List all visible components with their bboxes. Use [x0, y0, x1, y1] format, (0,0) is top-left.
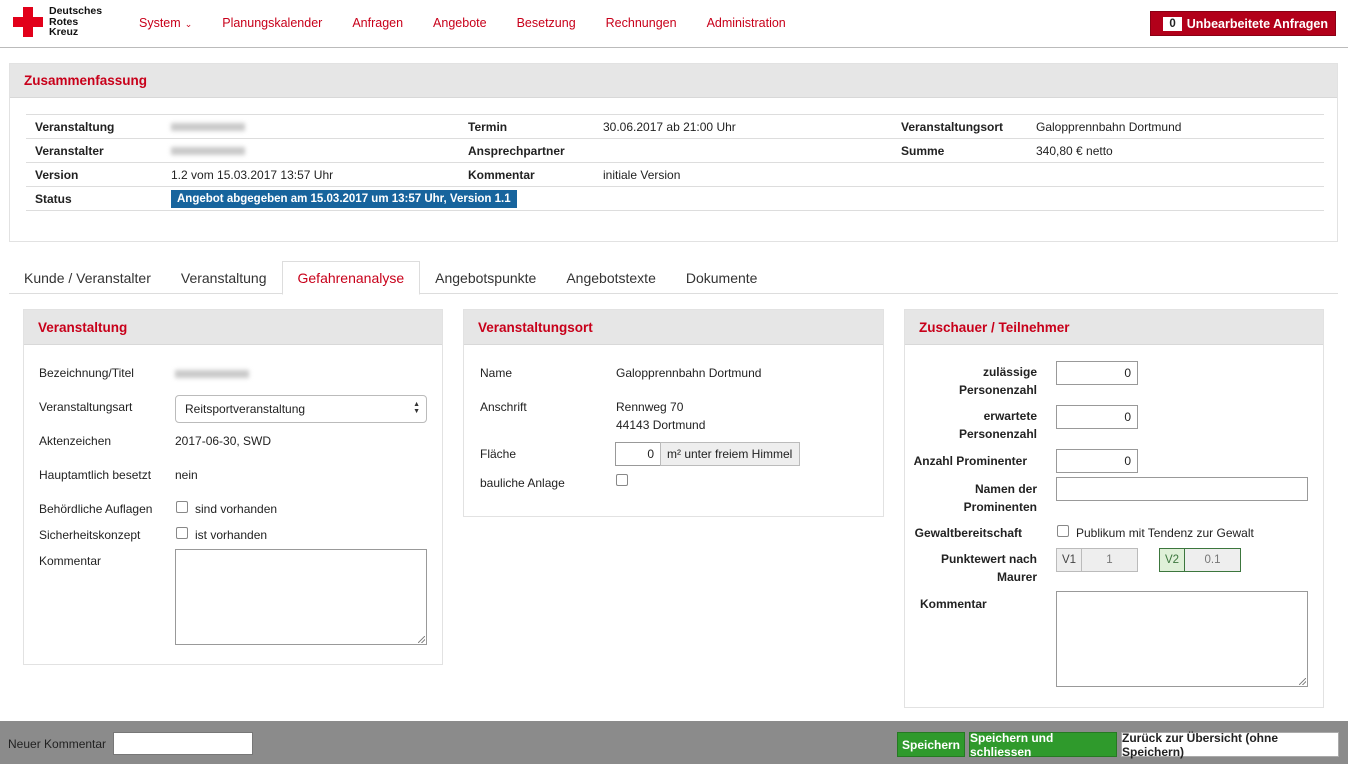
tab-dokumente[interactable]: Dokumente	[671, 261, 773, 294]
save-button[interactable]: Speichern	[897, 732, 965, 757]
punktewert-label: Punktewert nach Maurer	[940, 552, 1037, 584]
tab-angebotspunkte[interactable]: Angebotspunkte	[420, 261, 551, 294]
anzahl-prominenter-input[interactable]: 0	[1056, 449, 1138, 473]
zuschauer-title: Zuschauer / Teilnehmer	[905, 310, 1323, 345]
nav-item-planungskalender[interactable]: Planungskalender	[222, 16, 322, 30]
zuschauer-kommentar-textarea[interactable]	[1056, 591, 1308, 687]
neuer-kommentar-label: Neuer Kommentar	[8, 737, 107, 751]
summary-panel: Zusammenfassung Veranstaltung Termin 30.…	[9, 63, 1338, 242]
tab-bar: Kunde / Veranstalter Veranstaltung Gefah…	[9, 261, 1338, 295]
veranstalter-value-redacted	[171, 144, 459, 158]
nav-item-administration[interactable]: Administration	[707, 16, 786, 30]
v1-readout: V1 1	[1056, 548, 1138, 572]
veranstaltung-title: Veranstaltung	[24, 310, 442, 345]
summary-table: Veranstaltung Termin 30.06.2017 ab 21:00…	[26, 114, 1324, 211]
resize-grip-icon[interactable]	[418, 636, 425, 643]
nav-item-rechnungen[interactable]: Rechnungen	[606, 16, 677, 30]
veranstaltung-panel: Veranstaltung Bezeichnung/Titel Veransta…	[23, 309, 443, 665]
veranstaltung-kommentar-textarea[interactable]	[175, 549, 427, 645]
nav-item-system[interactable]: System ⌄	[139, 16, 192, 30]
veranstaltung-value-redacted	[171, 120, 459, 134]
bauliche-anlage-checkbox[interactable]	[616, 474, 628, 486]
drk-logo[interactable]: Deutsches Rotes Kreuz	[12, 6, 102, 38]
red-cross-icon	[12, 6, 44, 38]
tab-veranstaltung[interactable]: Veranstaltung	[166, 261, 282, 294]
footer-bar: Neuer Kommentar Speichern Speichern und …	[0, 721, 1348, 764]
top-navbar: Deutsches Rotes Kreuz System ⌄ Planungska…	[0, 0, 1348, 48]
unprocessed-requests-button[interactable]: 0 Unbearbeitete Anfragen	[1150, 11, 1336, 36]
veranstaltungsart-select[interactable]: Reitsportveranstaltung ▲ ▼	[175, 395, 427, 423]
veranstaltungsort-title: Veranstaltungsort	[464, 310, 883, 345]
zuschauer-panel: Zuschauer / Teilnehmer zulässige Persone…	[904, 309, 1324, 708]
chevron-down-icon: ⌄	[184, 19, 193, 29]
zulaessige-personenzahl-input[interactable]: 0	[1056, 361, 1138, 385]
erwartete-personenzahl-label: erwartete Personenzahl	[958, 409, 1037, 441]
gewalt-checkbox[interactable]	[1057, 525, 1069, 537]
zulaessige-personenzahl-label: zulässige Personenzahl	[958, 365, 1037, 397]
veranstaltungsort-panel: Veranstaltungsort Name Galopprennbahn Do…	[463, 309, 884, 517]
back-to-overview-button[interactable]: Zurück zur Übersicht (ohne Speichern)	[1121, 731, 1339, 759]
table-row: Status Angebot abgegeben am 15.03.2017 u…	[26, 186, 1324, 211]
tab-angebotstexte[interactable]: Angebotstexte	[551, 261, 671, 294]
nav-item-besetzung[interactable]: Besetzung	[517, 16, 576, 30]
namen-prominente-input[interactable]	[1056, 477, 1308, 501]
tab-kunde-veranstalter[interactable]: Kunde / Veranstalter	[9, 261, 166, 294]
summary-title: Zusammenfassung	[10, 64, 1337, 98]
flaeche-input[interactable]: 0	[615, 442, 661, 466]
logo-text: Deutsches Rotes Kreuz	[49, 5, 103, 38]
sicherheitskonzept-checkbox[interactable]	[176, 527, 188, 539]
bezeichnung-value-redacted	[175, 366, 249, 380]
neuer-kommentar-input[interactable]	[113, 732, 253, 755]
table-row: Version 1.2 vom 15.03.2017 13:57 Uhr Kom…	[26, 162, 1324, 186]
flaeche-unit-addon: m² unter freiem Himmel	[660, 442, 800, 466]
namen-prominente-label: Namen der Prominenten	[963, 482, 1037, 514]
nav-item-angebote[interactable]: Angebote	[433, 16, 487, 30]
save-and-close-button[interactable]: Speichern und schliessen	[969, 731, 1117, 759]
auflagen-checkbox[interactable]	[176, 501, 188, 513]
table-row: Veranstalter Ansprechpartner Summe 340,8…	[26, 138, 1324, 162]
nav-item-anfragen[interactable]: Anfragen	[352, 16, 403, 30]
select-arrows-icon: ▲ ▼	[413, 401, 420, 415]
v2-readout: V2 0.1	[1159, 548, 1241, 572]
unprocessed-label: Unbearbeitete Anfragen	[1186, 16, 1328, 31]
erwartete-personenzahl-input[interactable]: 0	[1056, 405, 1138, 429]
main-nav: System ⌄ Planungskalender Anfragen Angebo…	[139, 16, 816, 30]
tab-gefahrenanalyse[interactable]: Gefahrenanalyse	[281, 261, 421, 295]
resize-grip-icon[interactable]	[1299, 678, 1306, 685]
table-row: Veranstaltung Termin 30.06.2017 ab 21:00…	[26, 114, 1324, 138]
status-badge: Angebot abgegeben am 15.03.2017 um 13:57…	[171, 189, 517, 208]
unprocessed-count-badge: 0	[1163, 16, 1182, 31]
